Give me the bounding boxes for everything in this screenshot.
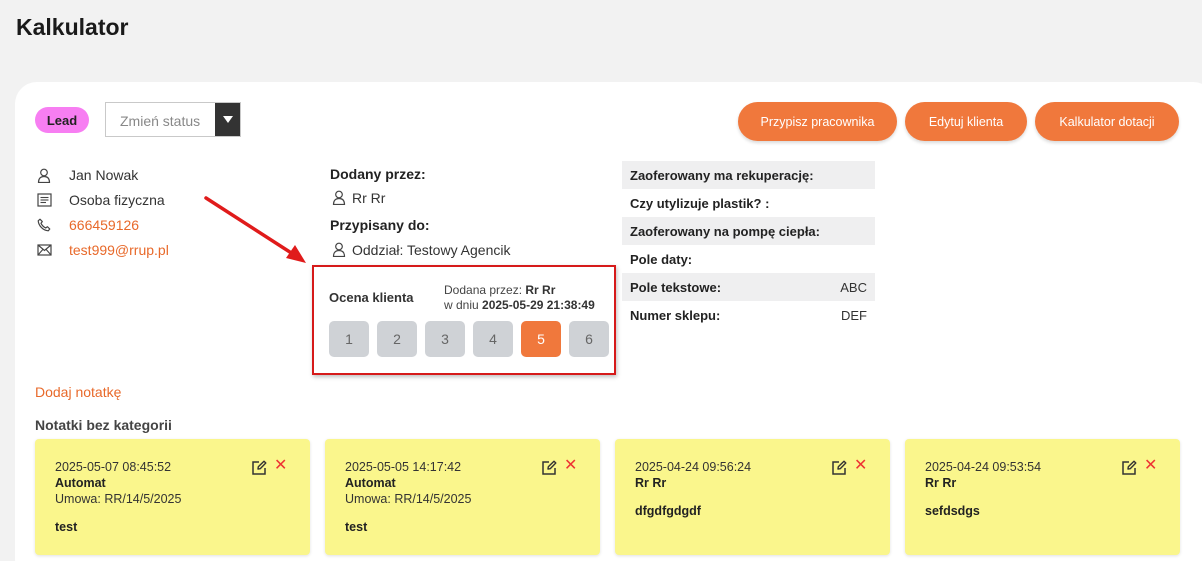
document-icon bbox=[36, 192, 52, 208]
edit-icon[interactable] bbox=[541, 460, 557, 476]
note-contract: Umowa: RR/14/5/2025 bbox=[345, 492, 472, 506]
status-select-placeholder: Zmień status bbox=[120, 113, 201, 129]
assigned-to-value: Oddział: Testowy Agencik bbox=[352, 242, 511, 258]
table-row: Zaoferowany na pompę ciepła: bbox=[622, 217, 875, 245]
property-key: Zaoferowany ma rekuperację: bbox=[630, 167, 814, 183]
rating-button-4[interactable]: 4 bbox=[473, 321, 513, 357]
rating-button-6[interactable]: 6 bbox=[569, 321, 609, 357]
notes-heading: Notatki bez kategorii bbox=[35, 417, 172, 433]
client-email-link[interactable]: test999@rrup.pl bbox=[69, 242, 169, 258]
property-key: Numer sklepu: bbox=[630, 307, 721, 323]
edit-icon[interactable] bbox=[831, 460, 847, 476]
envelope-icon bbox=[36, 242, 52, 258]
client-name-row: Jan Nowak bbox=[36, 165, 138, 185]
chevron-down-icon[interactable] bbox=[215, 103, 240, 136]
table-row: Pole tekstowe: ABC bbox=[622, 273, 875, 301]
property-value: ABC bbox=[840, 279, 867, 295]
rating-button-1[interactable]: 1 bbox=[329, 321, 369, 357]
client-phone-link[interactable]: 666459126 bbox=[69, 217, 139, 233]
edit-icon[interactable] bbox=[251, 460, 267, 476]
added-by-row: Rr Rr bbox=[332, 188, 385, 208]
client-type-row: Osoba fizyczna bbox=[36, 190, 165, 210]
delete-icon[interactable]: ✕ bbox=[1144, 458, 1157, 474]
assign-employee-button[interactable]: Przypisz pracownika bbox=[738, 102, 897, 141]
add-note-link[interactable]: Dodaj notatkę bbox=[35, 384, 121, 400]
note-date: 2025-05-05 14:17:42 bbox=[345, 460, 462, 474]
table-row: Zaoferowany ma rekuperację: bbox=[622, 161, 875, 189]
note-body: dfgdfgdgdf bbox=[635, 504, 701, 518]
rating-button-3[interactable]: 3 bbox=[425, 321, 465, 357]
edit-icon[interactable] bbox=[1121, 460, 1137, 476]
status-badge: Lead bbox=[35, 107, 89, 133]
property-key: Pole daty: bbox=[630, 251, 693, 267]
note-body: test bbox=[345, 520, 368, 534]
note-card: 2025-05-05 14:17:42 Automat Umowa: RR/14… bbox=[325, 439, 600, 555]
property-key: Pole tekstowe: bbox=[630, 279, 722, 295]
note-author: Rr Rr bbox=[635, 476, 667, 490]
phone-icon bbox=[36, 217, 52, 233]
status-select[interactable]: Zmień status bbox=[105, 102, 241, 137]
rating-added-by-prefix: Dodana przez: bbox=[444, 283, 523, 297]
note-body: test bbox=[55, 520, 78, 534]
note-contract: Umowa: RR/14/5/2025 bbox=[55, 492, 182, 506]
note-body: sefdsdgs bbox=[925, 504, 980, 518]
added-by-value: Rr Rr bbox=[352, 190, 386, 206]
client-email-row: test999@rrup.pl bbox=[36, 240, 169, 260]
note-card: 2025-04-24 09:56:24 Rr Rr dfgdfgdgdf ✕ bbox=[615, 439, 890, 555]
client-rating-panel: Ocena klienta Dodana przez: Rr Rr w dniu… bbox=[312, 265, 616, 375]
note-date: 2025-04-24 09:56:24 bbox=[635, 460, 752, 474]
property-value: DEF bbox=[841, 307, 867, 323]
note-date: 2025-04-24 09:53:54 bbox=[925, 460, 1042, 474]
added-by-label: Dodany przez: bbox=[330, 166, 426, 182]
edit-client-button[interactable]: Edytuj klienta bbox=[905, 102, 1027, 141]
delete-icon[interactable]: ✕ bbox=[274, 458, 287, 474]
user-icon bbox=[332, 242, 346, 258]
rating-date: 2025-05-29 21:38:49 bbox=[482, 298, 595, 312]
note-author: Rr Rr bbox=[925, 476, 957, 490]
assigned-to-row: Oddział: Testowy Agencik bbox=[332, 240, 511, 260]
note-author: Automat bbox=[55, 476, 106, 490]
property-key: Czy utylizuje plastik? : bbox=[630, 195, 770, 211]
rating-button-5[interactable]: 5 bbox=[521, 321, 561, 357]
rating-date-prefix: w dniu bbox=[444, 298, 479, 312]
rating-added-info: Dodana przez: Rr Rr w dniu 2025-05-29 21… bbox=[444, 283, 595, 313]
annotation-arrow bbox=[204, 196, 306, 263]
delete-icon[interactable]: ✕ bbox=[854, 458, 867, 474]
property-key: Zaoferowany na pompę ciepła: bbox=[630, 223, 820, 239]
delete-icon[interactable]: ✕ bbox=[564, 458, 577, 474]
note-date: 2025-05-07 08:45:52 bbox=[55, 460, 172, 474]
client-type: Osoba fizyczna bbox=[69, 192, 165, 208]
properties-table: Zaoferowany ma rekuperację: Czy utylizuj… bbox=[622, 161, 875, 329]
rating-title: Ocena klienta bbox=[329, 290, 414, 305]
rating-added-by: Rr Rr bbox=[525, 283, 556, 297]
note-card: 2025-05-07 08:45:52 Automat Umowa: RR/14… bbox=[35, 439, 310, 555]
page-title: Kalkulator bbox=[16, 14, 129, 40]
rating-button-2[interactable]: 2 bbox=[377, 321, 417, 357]
grant-calculator-button[interactable]: Kalkulator dotacji bbox=[1035, 102, 1179, 141]
assigned-to-label: Przypisany do: bbox=[330, 217, 430, 233]
table-row: Pole daty: bbox=[622, 245, 875, 273]
note-author: Automat bbox=[345, 476, 396, 490]
table-row: Czy utylizuje plastik? : bbox=[622, 189, 875, 217]
rating-buttons: 1 2 3 4 5 6 bbox=[329, 321, 609, 357]
user-icon bbox=[332, 190, 346, 206]
user-icon bbox=[36, 167, 52, 183]
note-card: 2025-04-24 09:53:54 Rr Rr sefdsdgs ✕ bbox=[905, 439, 1180, 555]
client-name: Jan Nowak bbox=[69, 167, 139, 183]
client-phone-row: 666459126 bbox=[36, 215, 139, 235]
table-row: Numer sklepu: DEF bbox=[622, 301, 875, 329]
